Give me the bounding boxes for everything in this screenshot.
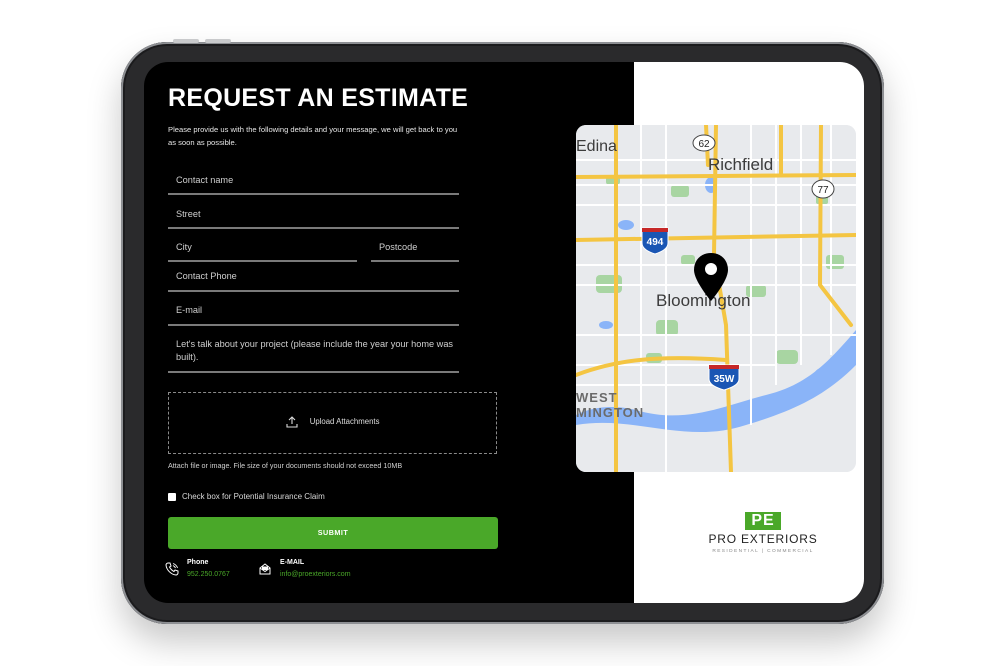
map-label-west: WEST	[576, 390, 618, 405]
upload-icon	[285, 416, 298, 428]
company-logo: PE PRO EXTERIORS RESIDENTIAL | COMMERCIA…	[693, 512, 833, 554]
email-contact: E-MAIL info@proexteriors.com	[259, 559, 351, 578]
map-label-edina: Edina	[576, 138, 617, 155]
street-field[interactable]: Street	[168, 208, 459, 229]
phone-icon	[165, 562, 179, 576]
submit-button[interactable]: SUBMIT	[168, 517, 498, 549]
interstate-494-shield: 494	[641, 227, 669, 255]
email-link[interactable]: info@proexteriors.com	[280, 571, 351, 578]
upload-label: Upload Attachments	[309, 417, 380, 427]
upload-note: Attach file or image. File size of your …	[168, 461, 403, 470]
insurance-claim-checkbox[interactable]	[168, 492, 176, 501]
email-field[interactable]: E-mail	[168, 304, 459, 326]
map-label-richfield: Richfield	[708, 155, 773, 174]
city-placeholder: City	[176, 242, 192, 252]
contact-phone-placeholder: Contact Phone	[176, 271, 237, 281]
email-placeholder: E-mail	[176, 305, 203, 315]
svg-text:35W: 35W	[714, 374, 735, 385]
map-label-mington: MINGTON	[576, 405, 644, 420]
screen: REQUEST AN ESTIMATE Please provide us wi…	[144, 62, 864, 603]
volume-button	[205, 39, 231, 43]
logo-mark: PE	[745, 512, 781, 530]
page-subtitle: Please provide us with the following det…	[168, 125, 458, 147]
logo-tagline: RESIDENTIAL | COMMERCIAL	[712, 549, 814, 554]
street-placeholder: Street	[176, 209, 201, 219]
phone-label: Phone	[187, 559, 209, 566]
project-message-placeholder: Let's talk about your project (please in…	[176, 339, 454, 362]
insurance-claim-row: Check box for Potential Insurance Claim	[168, 492, 325, 501]
upload-attachments-dropzone[interactable]: Upload Attachments	[168, 392, 497, 454]
svg-text:77: 77	[817, 185, 829, 196]
route-62-shield: 62	[692, 134, 716, 152]
contact-name-field[interactable]: Contact name	[168, 174, 459, 195]
project-message-field[interactable]: Let's talk about your project (please in…	[168, 338, 459, 373]
logo-name: PRO EXTERIORS	[708, 532, 818, 546]
city-field[interactable]: City	[168, 241, 357, 262]
page-title: REQUEST AN ESTIMATE	[168, 84, 469, 112]
svg-text:494: 494	[647, 237, 664, 248]
phone-contact: Phone 952.250.0767	[165, 559, 230, 578]
route-77-shield: 77	[811, 179, 835, 199]
postcode-placeholder: Postcode	[379, 242, 418, 252]
tablet-frame: REQUEST AN ESTIMATE Please provide us wi…	[121, 39, 884, 624]
insurance-claim-label: Check box for Potential Insurance Claim	[182, 492, 325, 501]
map-label-bloomington: Bloomington	[656, 291, 751, 310]
postcode-field[interactable]: Postcode	[371, 241, 459, 262]
mail-icon	[259, 563, 271, 575]
contact-phone-field[interactable]: Contact Phone	[168, 270, 459, 292]
location-map[interactable]: 62 77 494 35W Edina Richfield Bloomingto…	[576, 125, 856, 472]
contact-name-placeholder: Contact name	[176, 175, 234, 185]
phone-number-link[interactable]: 952.250.0767	[187, 571, 230, 578]
svg-text:62: 62	[698, 139, 710, 150]
email-label: E-MAIL	[280, 559, 305, 566]
volume-button	[173, 39, 199, 43]
